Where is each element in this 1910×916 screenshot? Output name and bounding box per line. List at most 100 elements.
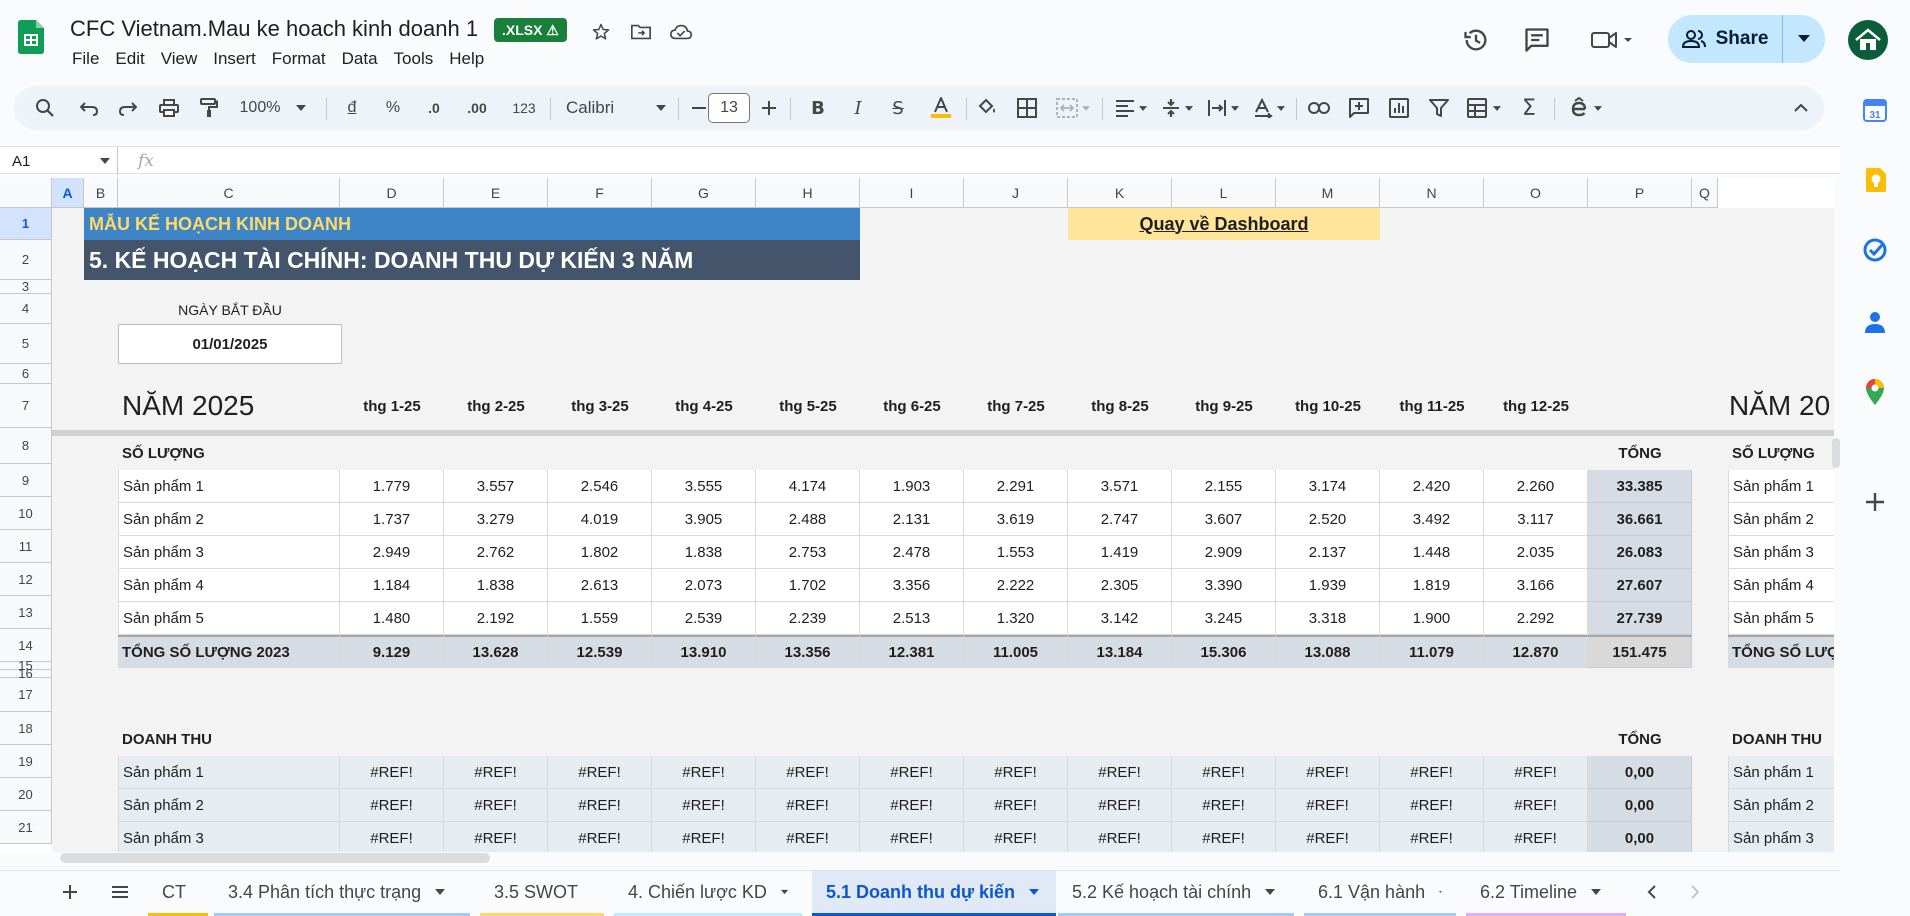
qty-total-cell[interactable]: 36.661 — [1588, 503, 1692, 536]
product-label-next[interactable]: Sản phẩm 5 — [1728, 602, 1834, 635]
column-header-a[interactable]: A — [52, 178, 84, 208]
qty-cell[interactable]: 2.305 — [1068, 569, 1172, 602]
select-all-corner[interactable] — [0, 178, 52, 208]
qty-cell[interactable]: 2.291 — [964, 470, 1068, 503]
revenue-cell[interactable]: #REF! — [444, 756, 548, 789]
row-header-8[interactable]: 8 — [0, 428, 52, 464]
share-main-button[interactable]: Share — [1668, 15, 1782, 63]
cloud-saved-icon[interactable] — [667, 18, 695, 46]
bold-icon[interactable]: B — [804, 86, 832, 130]
start-date-input[interactable]: 01/01/2025 — [118, 324, 342, 364]
insert-comment-icon[interactable] — [1344, 86, 1374, 130]
column-header-j[interactable]: J — [964, 178, 1068, 208]
column-header-h[interactable]: H — [756, 178, 860, 208]
share-dropdown-button[interactable] — [1783, 15, 1825, 63]
qty-total-cell[interactable]: 27.739 — [1588, 602, 1692, 635]
qty-cell[interactable]: 1.553 — [964, 536, 1068, 569]
revenue-cell[interactable]: #REF! — [1068, 822, 1172, 852]
qty-cell[interactable]: 3.174 — [1276, 470, 1380, 503]
maps-icon[interactable] — [1859, 376, 1891, 408]
menu-insert[interactable]: Insert — [205, 47, 264, 71]
qty-cell[interactable]: 1.448 — [1380, 536, 1484, 569]
banner-small[interactable]: MẪU KẾ HOẠCH KINH DOANH — [84, 208, 860, 240]
xlsx-badge[interactable]: .XLSX ⚠ — [494, 18, 567, 42]
meet-icon[interactable] — [1588, 20, 1638, 60]
qty-total-cell[interactable]: 33.385 — [1588, 470, 1692, 503]
revenue-product-label[interactable]: Sản phẩm 3 — [118, 822, 340, 852]
horizontal-align-icon[interactable] — [1110, 86, 1152, 130]
insert-link-icon[interactable] — [1304, 86, 1334, 130]
row-header-21[interactable]: 21 — [0, 811, 52, 844]
italic-icon[interactable]: I — [844, 86, 872, 130]
text-color-icon[interactable] — [926, 86, 956, 130]
dashboard-link[interactable]: Quay về Dashboard — [1068, 208, 1380, 240]
qty-cell[interactable]: 1.419 — [1068, 536, 1172, 569]
qty-sum-cell[interactable]: 9.129 — [340, 635, 444, 668]
sheet-tab[interactable]: 3.4 Phân tích thực trạng — [214, 871, 470, 916]
revenue-cell[interactable]: #REF! — [444, 822, 548, 852]
row-header-9[interactable]: 9 — [0, 464, 52, 497]
qty-cell[interactable]: 2.949 — [340, 536, 444, 569]
revenue-cell[interactable]: #REF! — [756, 822, 860, 852]
qty-cell[interactable]: 2.239 — [756, 602, 860, 635]
increase-decimal-button[interactable]: .00 — [457, 86, 497, 130]
product-label-next[interactable]: Sản phẩm 2 — [1728, 503, 1834, 536]
menu-tools[interactable]: Tools — [386, 47, 442, 71]
qty-cell[interactable]: 3.905 — [652, 503, 756, 536]
column-header-k[interactable]: K — [1068, 178, 1172, 208]
vertical-align-icon[interactable] — [1156, 86, 1198, 130]
caret-down-icon[interactable] — [780, 889, 788, 895]
revenue-product-label-next[interactable]: Sản phẩm 2 — [1728, 789, 1834, 822]
column-header-i[interactable]: I — [860, 178, 964, 208]
qty-sum-cell[interactable]: 13.184 — [1068, 635, 1172, 668]
revenue-cell[interactable]: #REF! — [1484, 789, 1588, 822]
product-label[interactable]: Sản phẩm 3 — [118, 536, 340, 569]
qty-cell[interactable]: 3.117 — [1484, 503, 1588, 536]
revenue-product-label[interactable]: Sản phẩm 2 — [118, 789, 340, 822]
caret-down-icon[interactable] — [1029, 889, 1040, 895]
column-header-l[interactable]: L — [1172, 178, 1276, 208]
qty-sum-cell[interactable]: 12.870 — [1484, 635, 1588, 668]
row-header-5[interactable]: 5 — [0, 324, 52, 364]
horizontal-scrollbar[interactable] — [60, 853, 490, 863]
scroll-tabs-right-icon[interactable] — [1680, 871, 1710, 913]
undo-icon[interactable] — [74, 86, 104, 130]
qty-cell[interactable]: 3.571 — [1068, 470, 1172, 503]
product-label-next[interactable]: Sản phẩm 3 — [1728, 536, 1834, 569]
qty-cell[interactable]: 2.478 — [860, 536, 964, 569]
history-icon[interactable] — [1456, 20, 1496, 60]
revenue-cell[interactable]: #REF! — [860, 756, 964, 789]
qty-sum-cell[interactable]: 13.628 — [444, 635, 548, 668]
row-header-19[interactable]: 19 — [0, 745, 52, 778]
qty-cell[interactable]: 2.546 — [548, 470, 652, 503]
qty-cell[interactable]: 2.155 — [1172, 470, 1276, 503]
row-header-3[interactable]: 3 — [0, 279, 52, 294]
menu-edit[interactable]: Edit — [107, 47, 152, 71]
more-formats-button[interactable]: 123 — [504, 86, 544, 130]
row-header-7[interactable]: 7 — [0, 384, 52, 428]
menu-file[interactable]: File — [64, 47, 107, 71]
qty-sum-cell[interactable]: 12.381 — [860, 635, 964, 668]
column-header-m[interactable]: M — [1276, 178, 1380, 208]
paint-format-icon[interactable] — [194, 86, 224, 130]
qty-cell[interactable]: 2.909 — [1172, 536, 1276, 569]
row-header-13[interactable]: 13 — [0, 596, 52, 629]
share-button[interactable]: Share — [1668, 15, 1825, 63]
revenue-cell[interactable]: #REF! — [1068, 756, 1172, 789]
revenue-cell[interactable]: #REF! — [1380, 789, 1484, 822]
product-label-next[interactable]: Sản phẩm 1 — [1728, 470, 1834, 503]
sheet-tab[interactable]: 6.1 Vận hành — [1304, 871, 1456, 916]
filter-views-icon[interactable] — [1460, 86, 1508, 130]
revenue-cell[interactable]: #REF! — [1276, 822, 1380, 852]
qty-cell[interactable]: 1.838 — [444, 569, 548, 602]
revenue-cell[interactable]: #REF! — [1172, 789, 1276, 822]
column-header-c[interactable]: C — [118, 178, 340, 208]
revenue-cell[interactable]: #REF! — [652, 756, 756, 789]
qty-cell[interactable]: 2.762 — [444, 536, 548, 569]
qty-cell[interactable]: 3.555 — [652, 470, 756, 503]
functions-icon[interactable]: Σ — [1514, 86, 1544, 130]
qty-total-cell[interactable]: 27.607 — [1588, 569, 1692, 602]
banner-large[interactable]: 5. KẾ HOẠCH TÀI CHÍNH: DOANH THU DỰ KIẾN… — [84, 240, 860, 280]
qty-cell[interactable]: 3.390 — [1172, 569, 1276, 602]
row-header-1[interactable]: 1 — [0, 208, 52, 240]
